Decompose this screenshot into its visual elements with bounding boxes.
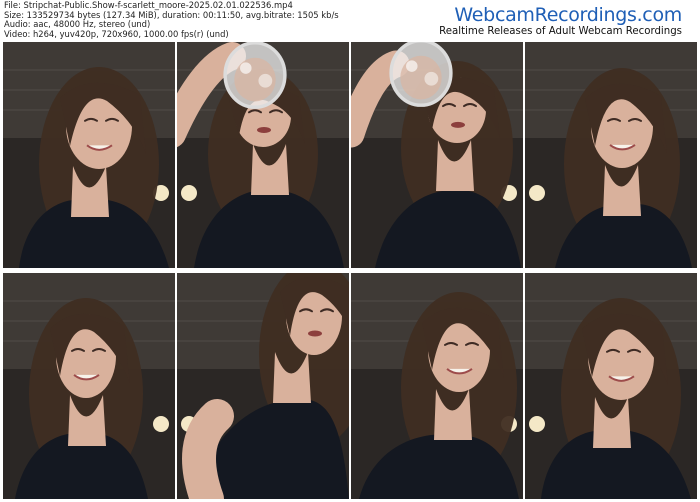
- video-line: Video: h264, yuv420p, 720x960, 1000.00 f…: [4, 28, 229, 39]
- scene-svg: [525, 273, 697, 499]
- scene-svg: [525, 42, 697, 268]
- thumbnail: [3, 42, 175, 268]
- thumbnail: [177, 42, 349, 268]
- video-metadata: File: Stripchat-Public.Show-f-scarlett_m…: [4, 0, 339, 39]
- wine-glass: [389, 42, 453, 107]
- scene-svg: [351, 273, 523, 499]
- thumbnail: [3, 273, 175, 499]
- header: File: Stripchat-Public.Show-f-scarlett_m…: [0, 0, 700, 42]
- brand-tagline: Realtime Releases of Adult Webcam Record…: [439, 26, 682, 37]
- thumbnail: [351, 273, 523, 499]
- scene-svg: [351, 42, 523, 268]
- thumbnail: [351, 42, 523, 268]
- thumbnail-grid: [3, 42, 697, 499]
- scene-svg: [3, 42, 175, 268]
- thumbnail: [525, 273, 697, 499]
- brand: WebcamRecordings.com Realtime Releases o…: [439, 4, 682, 38]
- brand-name: WebcamRecordings.com: [454, 4, 682, 26]
- scene-svg: [177, 42, 349, 268]
- scene-svg: [3, 273, 175, 499]
- thumbnail: [525, 42, 697, 268]
- wine-glass: [223, 42, 287, 109]
- thumbnail: [177, 273, 349, 499]
- scene-svg: [177, 273, 349, 499]
